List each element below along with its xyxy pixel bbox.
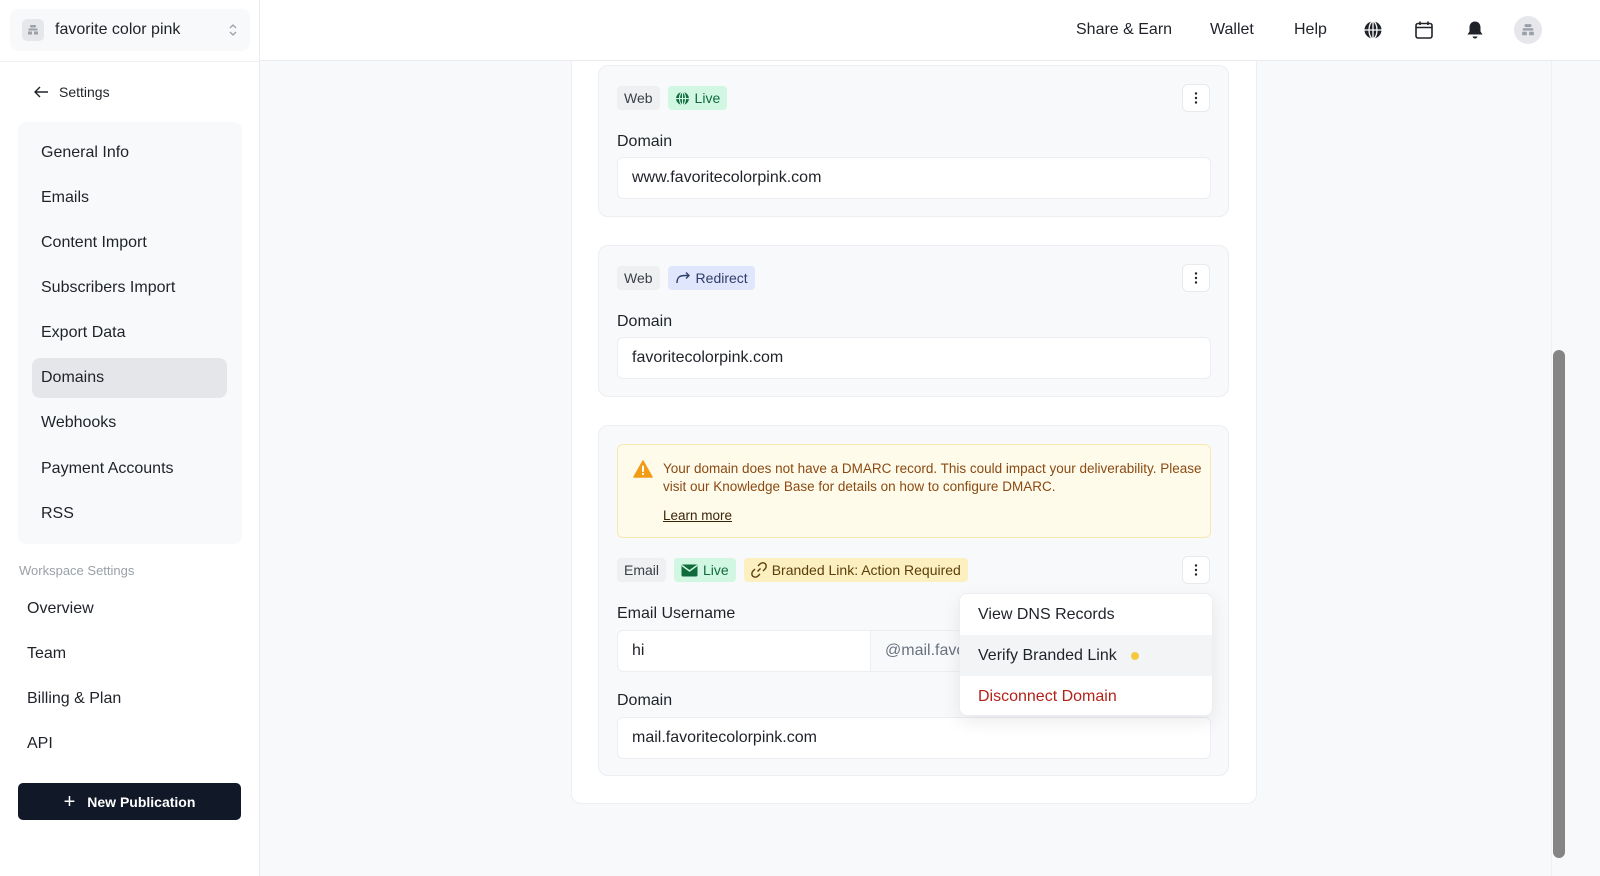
avatar[interactable]: [1514, 16, 1542, 44]
scrollbar-thumb[interactable]: [1553, 350, 1565, 858]
domain-options-menu: View DNS Records Verify Branded Link Dis…: [959, 593, 1213, 716]
domain-label: Domain: [617, 313, 673, 330]
back-to-settings-link[interactable]: Settings: [33, 84, 110, 100]
bell-icon[interactable]: [1464, 19, 1486, 41]
status-badge-live: Live: [674, 558, 736, 582]
sidebar-item-billing-plan[interactable]: Billing & Plan: [18, 679, 242, 719]
sidebar-item-rss[interactable]: RSS: [32, 494, 227, 534]
domain-field[interactable]: mail.favoritecolorpink.com: [617, 717, 1211, 759]
arrow-left-icon: [34, 86, 48, 98]
sidebar-item-overview[interactable]: Overview: [18, 589, 242, 629]
chevron-up-down-icon: [228, 22, 238, 39]
status-badge-label: Live: [694, 90, 721, 106]
sidebar-item-general-info[interactable]: General Info: [32, 133, 227, 173]
disconnect-domain-item[interactable]: Disconnect Domain: [960, 676, 1212, 715]
warning-icon: [633, 460, 653, 478]
redirect-arrow-icon: [675, 272, 690, 284]
wallet-link[interactable]: Wallet: [1210, 21, 1254, 39]
status-badge-label: Live: [703, 562, 729, 578]
kebab-icon: [1194, 564, 1198, 576]
publication-logo-icon: [22, 19, 44, 41]
back-link-label: Settings: [59, 84, 110, 100]
globe-icon: [675, 91, 689, 105]
dmarc-warning-alert: Your domain does not have a DMARC record…: [617, 444, 1211, 538]
type-badge: Web: [617, 266, 660, 290]
domain-label: Domain: [617, 692, 673, 709]
envelope-icon: [681, 564, 698, 576]
new-publication-label: New Publication: [87, 793, 196, 810]
domain-card-web-redirect: Web Redirect Domain favoritecolorpink.co…: [598, 245, 1229, 397]
workspace-settings-heading: Workspace Settings: [19, 563, 135, 578]
sidebar-item-content-import[interactable]: Content Import: [32, 223, 227, 263]
sidebar-item-payment-accounts[interactable]: Payment Accounts: [32, 449, 227, 489]
top-bar: [260, 0, 1600, 61]
type-badge: Email: [617, 558, 667, 582]
branded-link-badge: Branded Link: Action Required: [743, 558, 968, 582]
sidebar-item-emails[interactable]: Emails: [32, 178, 227, 218]
type-badge: Web: [617, 86, 660, 110]
sidebar-item-subscribers-import[interactable]: Subscribers Import: [32, 268, 227, 308]
view-dns-records-item[interactable]: View DNS Records: [960, 594, 1212, 635]
sidebar-item-export-data[interactable]: Export Data: [32, 313, 227, 353]
domain-label: Domain: [617, 133, 673, 150]
status-badge-redirect: Redirect: [667, 266, 755, 290]
domain-card-web-live: Web Live Domain www.favoritecolorpink.co…: [598, 65, 1229, 217]
more-options-button[interactable]: [1182, 84, 1210, 112]
learn-more-link[interactable]: Learn more: [663, 508, 732, 523]
globe-icon[interactable]: [1362, 19, 1384, 41]
dmarc-warning-text: Your domain does not have a DMARC record…: [663, 461, 1202, 494]
new-publication-button[interactable]: + New Publication: [18, 783, 241, 820]
sidebar-divider: [0, 61, 260, 62]
settings-nav: General Info Emails Content Import Subsc…: [18, 122, 242, 544]
status-badge-live: Live: [667, 86, 728, 110]
email-username-input[interactable]: hi: [618, 631, 871, 671]
sidebar-item-api[interactable]: API: [18, 724, 242, 764]
sidebar-item-domains[interactable]: Domains: [32, 358, 227, 398]
verify-branded-link-label: Verify Branded Link: [978, 646, 1117, 664]
link-icon: [750, 562, 767, 578]
attention-dot-icon: [1130, 651, 1139, 660]
email-username-label: Email Username: [617, 605, 736, 622]
publication-name: favorite color pink: [55, 21, 181, 38]
sidebar-item-team[interactable]: Team: [18, 634, 242, 674]
more-options-button[interactable]: [1182, 264, 1210, 292]
more-options-button[interactable]: [1182, 556, 1210, 584]
verify-branded-link-item[interactable]: Verify Branded Link: [960, 635, 1212, 676]
sidebar: favorite color pink Settings General Inf…: [0, 0, 260, 876]
status-badge-label: Redirect: [695, 270, 748, 286]
sidebar-item-webhooks[interactable]: Webhooks: [32, 403, 227, 443]
plus-icon: +: [63, 790, 76, 813]
publication-switcher[interactable]: favorite color pink: [10, 9, 250, 51]
calendar-icon[interactable]: [1413, 19, 1435, 41]
branded-link-label: Branded Link: Action Required: [771, 562, 961, 578]
share-earn-link[interactable]: Share & Earn: [1076, 21, 1172, 39]
domain-field[interactable]: favoritecolorpink.com: [617, 337, 1211, 379]
help-link[interactable]: Help: [1294, 21, 1327, 39]
domain-field[interactable]: www.favoritecolorpink.com: [617, 157, 1211, 199]
kebab-icon: [1194, 92, 1198, 104]
kebab-icon: [1194, 272, 1198, 284]
